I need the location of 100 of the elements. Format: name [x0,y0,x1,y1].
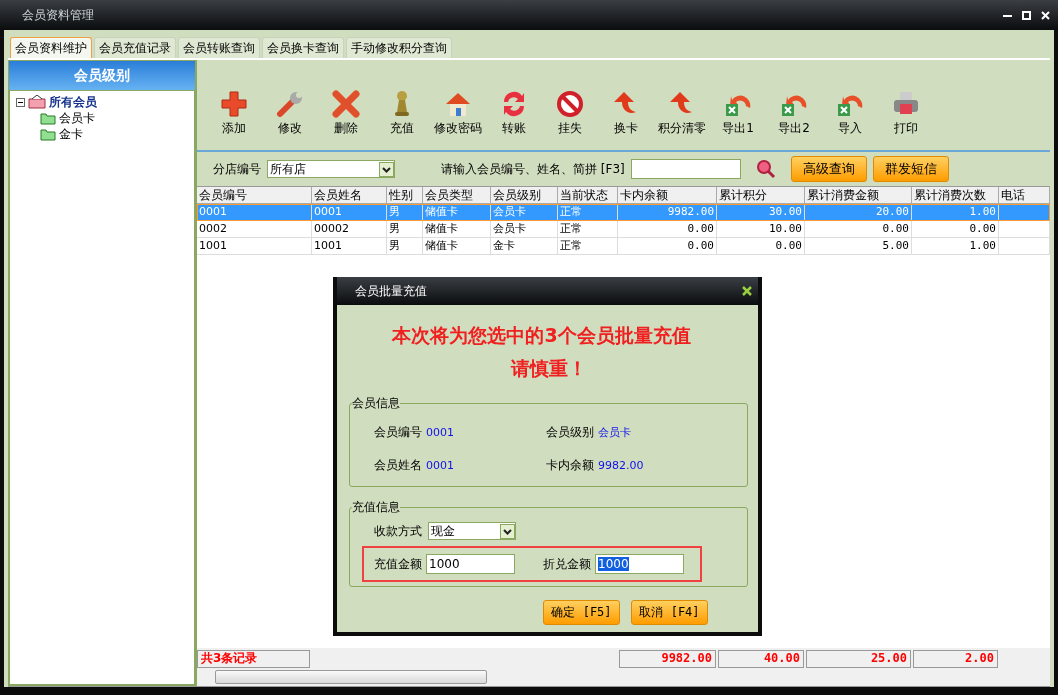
table-cell: 10.00 [717,221,805,238]
tree-item[interactable]: 所有会员 [49,93,97,111]
table-cell: 正常 [558,204,618,221]
toolbar-button[interactable]: 充值 [374,90,430,150]
dialog-title: 会员批量充值 [355,282,427,300]
table-cell: 00002 [312,221,387,238]
tree-item[interactable]: 金卡 [59,125,83,143]
toolbar-button[interactable]: 换卡 [598,90,654,150]
tree-item[interactable]: 会员卡 [59,109,95,127]
field-label: 卡内余额 [546,457,594,474]
table-cell: 1001 [312,238,387,255]
input-field[interactable]: 1000 [595,554,684,574]
wrench-icon [276,90,304,118]
tab[interactable]: 会员资料维护 [10,37,92,58]
total-cell: 25.00 [806,650,911,668]
field-label: 会员编号 [374,424,422,441]
column-header[interactable]: 累计消费次数 [912,187,999,204]
tab[interactable]: 会员充值记录 [94,37,176,58]
dialog-button[interactable]: 取消 [F4] [631,600,708,625]
toolbar-button[interactable]: 挂失 [542,90,598,150]
table-cell: 金卡 [491,238,558,255]
table-cell: 会员卡 [491,221,558,238]
plus-icon [220,90,248,118]
column-header[interactable]: 累计消费金额 [805,187,912,204]
collapse-icon[interactable] [16,97,25,107]
toolbar-button[interactable]: 删除 [318,90,374,150]
sidebar-header: 会员级别 [9,61,195,90]
store-label: 分店编号 [213,160,261,178]
column-header[interactable]: 电话 [999,187,1050,204]
toolbar-button[interactable]: 导出1 [710,90,766,150]
cross-icon [332,90,360,118]
query-button[interactable]: 高级查询 [790,156,867,182]
toolbar-button[interactable]: 导出2 [766,90,822,150]
table-cell: 0.00 [717,238,805,255]
house-icon [444,90,472,118]
column-header[interactable]: 当前状态 [558,187,618,204]
store-dropdown[interactable]: 所有店 [267,160,395,178]
warning-text: 本次将为您选中的3个会员批量充值 [392,323,691,348]
input-field[interactable]: 1000 [426,554,515,574]
table-cell: 1.00 [912,238,999,255]
table-cell: 正常 [558,221,618,238]
table-cell: 会员卡 [491,204,558,221]
column-header[interactable]: 累计积分 [717,187,805,204]
table-cell: 0001 [312,204,387,221]
table-cell: 储值卡 [423,221,491,238]
table-cell: 储值卡 [423,204,491,221]
table-cell: 0.00 [618,238,717,255]
group-legend: 充值信息 [352,499,400,516]
column-header[interactable]: 性别 [387,187,423,204]
field-value: 9982.00 [598,459,644,472]
column-header[interactable]: 会员姓名 [312,187,387,204]
record-count: 共3条记录 [197,650,310,668]
table-cell: 30.00 [717,204,805,221]
table-row[interactable]: 1001 1001 男 储值卡 金卡 正常 0.00 0.00 5.00 1.00 [197,238,1050,255]
dialog-button[interactable]: 确定 [F5] [543,600,620,625]
search-icon[interactable] [754,158,777,180]
tab[interactable]: 会员转账查询 [178,37,260,58]
field-label: 收款方式 [374,522,422,540]
tab[interactable]: 会员换卡查询 [262,37,344,58]
group-legend: 会员信息 [352,395,400,412]
toolbar-button[interactable]: 打印 [878,90,934,150]
field-label: 会员姓名 [374,457,422,474]
field-label: 折兑金额 [543,555,591,573]
payment-dropdown[interactable]: 现金 [428,522,516,540]
field-label: 充值金额 [374,555,422,573]
table-cell: 男 [387,221,423,238]
dropdown-caret-icon[interactable] [500,523,515,539]
table-cell: 正常 [558,238,618,255]
table-cell: 0002 [197,221,312,238]
query-button[interactable]: 群发短信 [872,156,949,182]
field-label: 会员级别 [546,424,594,441]
toolbar-button[interactable]: 修改密码 [430,90,486,150]
table-cell: 1001 [197,238,312,255]
maximize-icon[interactable] [1022,10,1031,20]
warning-text: 请慎重！ [510,356,587,381]
search-field[interactable] [630,159,741,179]
column-header[interactable]: 卡内余额 [618,187,717,204]
scrollbar-thumb[interactable] [215,670,487,684]
total-cell: 2.00 [913,650,998,668]
field-value: 0001 [426,459,454,472]
close-icon[interactable] [742,286,752,296]
field-value: 0001 [426,426,454,439]
toolbar-button[interactable]: 积分清零 [654,90,710,150]
column-header[interactable]: 会员级别 [491,187,558,204]
column-header[interactable]: 会员编号 [197,187,312,204]
dropdown-caret-icon[interactable] [379,161,394,177]
table-cell: 储值卡 [423,238,491,255]
table-cell: 20.00 [805,204,912,221]
toolbar-button[interactable]: 导入 [822,90,878,150]
no-entry-icon [556,90,584,118]
window-title: 会员资料管理 [22,6,94,24]
table-cell: 男 [387,238,423,255]
toolbar-button[interactable]: 转账 [486,90,542,150]
table-row[interactable]: 0002 00002 男 储值卡 会员卡 正常 0.00 10.00 0.00 0.00 [197,221,1050,238]
table-cell: 9982.00 [618,204,717,221]
search-label: 请输入会员编号、姓名、简拼 [F3] [441,160,625,178]
toolbar-button[interactable]: 修改 [262,90,318,150]
toolbar-button[interactable]: 添加 [206,90,262,150]
tab[interactable]: 手动修改积分查询 [346,37,452,58]
column-header[interactable]: 会员类型 [423,187,491,204]
